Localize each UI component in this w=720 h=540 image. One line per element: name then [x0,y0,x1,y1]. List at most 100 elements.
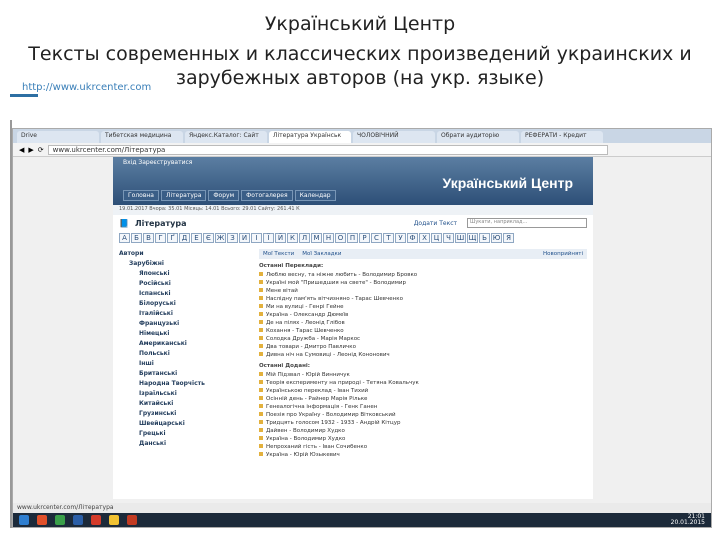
tree-item[interactable]: Грузинські [119,409,259,419]
entry-text[interactable]: Ми на вулиці - Генрі Гейне [266,304,344,310]
list-item[interactable]: Україна - Володимир Худко [259,435,587,443]
alphabet-letter[interactable]: Ц [431,233,442,243]
list-item[interactable]: Солодка Дружба - Марія Маркос [259,335,587,343]
alphabet-letter[interactable]: Й [275,233,286,243]
alphabet-letter[interactable]: З [227,233,238,243]
app-icon[interactable] [37,515,47,525]
chrome-icon[interactable] [109,515,119,525]
tree-item[interactable]: Грецькі [119,429,259,439]
entry-text[interactable]: Теорія експерименту на природі - Тетяна … [266,380,419,386]
tree-item[interactable]: Американські [119,339,259,349]
list-item[interactable]: Теорія експерименту на природі - Тетяна … [259,379,587,387]
tree-item[interactable]: Російські [119,279,259,289]
url-field[interactable]: www.ukrcenter.com/Література [47,144,608,155]
tree-item[interactable]: Данські [119,439,259,449]
entry-text[interactable]: Мій Підзвал - Юрій Винничук [266,372,350,378]
entry-text[interactable]: Україна - Юрій Юзыкевич [266,452,340,458]
tree-item[interactable]: Народна Творчість [119,379,259,389]
entry-text[interactable]: Україна - Олександр Дюмеїв [266,312,348,318]
menu-item[interactable]: Література [160,190,207,201]
tree-item[interactable]: Швейцарські [119,419,259,429]
alphabet-letter[interactable]: Я [503,233,514,243]
alphabet-letter[interactable]: Ш [455,233,466,243]
yandex-icon[interactable] [91,515,101,525]
alphabet-letter[interactable]: Т [383,233,394,243]
entry-text[interactable]: Тридцять голосом 1932 - 1933 - Андрій Кі… [266,420,400,426]
alphabet-letter[interactable]: Г [155,233,166,243]
tree-item[interactable]: Китайські [119,399,259,409]
alphabet-letter[interactable]: У [395,233,406,243]
list-item[interactable]: Де на пілях - Леонід Глібов [259,319,587,327]
tree-item[interactable]: Італійські [119,309,259,319]
browser-tab[interactable]: Drive [17,131,99,143]
entry-text[interactable]: Непроханий гість - Іван Сочибенко [266,444,367,450]
list-item[interactable]: Дивна ніч на Сумовиці - Леонід Кононович [259,351,587,359]
entry-text[interactable]: Україна - Володимир Худко [266,436,345,442]
alphabet-letter[interactable]: Х [419,233,430,243]
list-item[interactable]: Генеалогічна інформація - Генк Ганен [259,403,587,411]
alphabet-letter[interactable]: О [335,233,346,243]
entry-text[interactable]: Люблю весну, та ніжне любить - Володимир… [266,272,417,278]
browser-tab[interactable]: ЧОЛОВІЧНИЙ [353,131,435,143]
alphabet-letter[interactable]: К [287,233,298,243]
alphabet-letter[interactable]: П [347,233,358,243]
list-item[interactable]: Тридцять голосом 1932 - 1933 - Андрій Кі… [259,419,587,427]
list-item[interactable]: Ми на вулиці - Генрі Гейне [259,303,587,311]
my-bookmarks-link[interactable]: Мої Закладки [302,251,341,257]
disk-icon[interactable] [73,515,83,525]
alphabet-letter[interactable]: Б [131,233,142,243]
my-texts-link[interactable]: Мої Тексти [263,251,294,257]
list-item[interactable]: Поезія про Україну - Володимир Вітковськ… [259,411,587,419]
entry-text[interactable]: Дивна ніч на Сумовиці - Леонід Кононович [266,352,390,358]
top-links[interactable]: Вхід Зареєструватися [123,159,192,166]
alphabet-letter[interactable]: В [143,233,154,243]
browser-tab[interactable]: РЕФЕРАТИ - Кредит [521,131,603,143]
list-item[interactable]: Наслідну пам'ять вітчизняно - Тарас Шевч… [259,295,587,303]
forward-icon[interactable]: ▶ [28,146,33,154]
tree-item[interactable]: Німецькі [119,329,259,339]
entry-text[interactable]: Наслідну пам'ять вітчизняно - Тарас Шевч… [266,296,403,302]
entry-text[interactable]: Українською переклад - Іван Тихий [266,388,368,394]
entry-text[interactable]: Генеалогічна інформація - Генк Ганен [266,404,377,410]
alphabet-letter[interactable]: Ч [443,233,454,243]
alphabet-letter[interactable]: Ф [407,233,418,243]
entry-text[interactable]: Кохання - Тарас Шевченко [266,328,344,334]
list-item[interactable]: Непроханий гість - Іван Сочибенко [259,443,587,451]
tree-item[interactable]: Іспанські [119,289,259,299]
menu-item[interactable]: Фотогалерея [241,190,293,201]
list-item[interactable]: Мене вітай [259,287,587,295]
list-item[interactable]: Мій Підзвал - Юрій Винничук [259,371,587,379]
back-icon[interactable]: ◀ [19,146,24,154]
list-item[interactable]: Україна - Олександр Дюмеїв [259,311,587,319]
browser-tab[interactable]: Література Українськ [269,131,351,143]
reload-icon[interactable]: ⟳ [38,146,44,154]
entry-text[interactable]: Дайвен - Володимир Худко [266,428,345,434]
add-text-link[interactable]: Додати Текст [414,220,457,227]
alphabet-letter[interactable]: Є [203,233,214,243]
alphabet-letter[interactable]: І [251,233,262,243]
tree-foreign[interactable]: Зарубіжні [119,259,259,269]
alphabet-letter[interactable]: А [119,233,130,243]
list-item[interactable]: Україна - Юрій Юзыкевич [259,451,587,459]
alphabet-letter[interactable]: Л [299,233,310,243]
tree-item[interactable]: Ізраїльські [119,389,259,399]
menu-item[interactable]: Календар [294,190,336,201]
tree-item[interactable]: Польські [119,349,259,359]
entry-text[interactable]: Де на пілях - Леонід Глібов [266,320,345,326]
entry-text[interactable]: Два товари - Дмитро Павличко [266,344,356,350]
tree-item[interactable]: Британські [119,369,259,379]
alphabet-letter[interactable]: Р [359,233,370,243]
entry-text[interactable]: Мене вітай [266,288,298,294]
list-item[interactable]: Українською переклад - Іван Тихий [259,387,587,395]
alphabet-letter[interactable]: Ї [263,233,274,243]
powerpoint-icon[interactable] [127,515,137,525]
search-input[interactable]: Шукати, наприклад... [467,218,587,228]
tree-item[interactable]: Білоруські [119,299,259,309]
list-item[interactable]: Україні мой "Пришедшия на свете" - Волод… [259,279,587,287]
menu-item[interactable]: Форум [208,190,240,201]
list-item[interactable]: Дайвен - Володимир Худко [259,427,587,435]
entry-text[interactable]: Осінній день - Райнер Марія Рільке [266,396,367,402]
list-item[interactable]: Два товари - Дмитро Павличко [259,343,587,351]
source-link[interactable]: http://www.ukrcenter.com [22,82,151,93]
list-item[interactable]: Осінній день - Райнер Марія Рільке [259,395,587,403]
